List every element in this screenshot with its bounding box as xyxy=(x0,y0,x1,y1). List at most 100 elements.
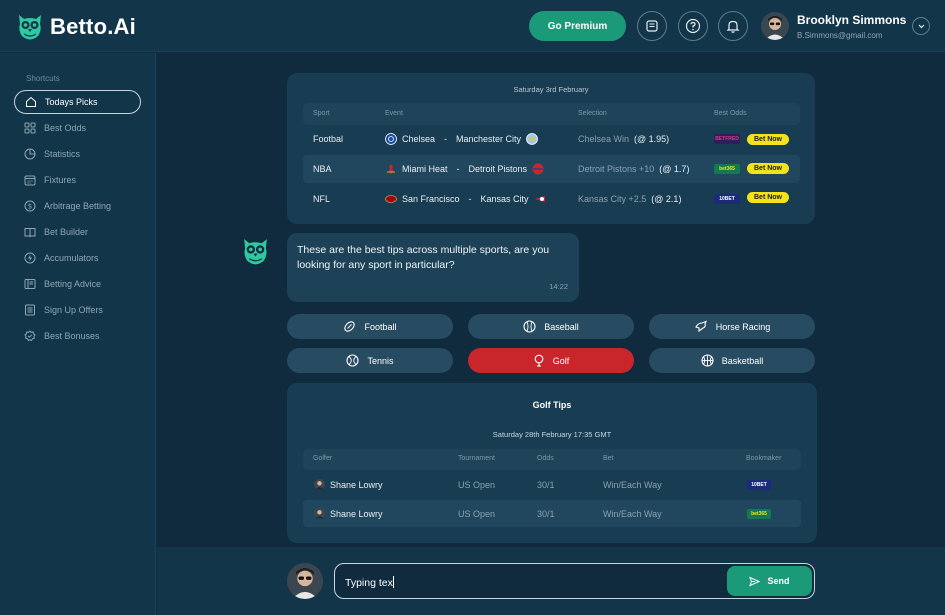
bot-message-text: These are the best tips across multiple … xyxy=(297,244,550,271)
sidebar-item-arbitrage-betting[interactable]: $ Arbitrage Betting xyxy=(14,194,141,218)
calendar-icon xyxy=(24,175,36,186)
help-button[interactable] xyxy=(678,11,708,41)
wallet-button[interactable] xyxy=(637,11,667,41)
sport-option-label: Horse Racing xyxy=(715,321,771,332)
bet-cell: Win/Each Way xyxy=(603,509,662,519)
sidebar-item-best-bonuses[interactable]: Best Bonuses xyxy=(14,324,141,348)
sidebar-item-label: Todays Picks xyxy=(45,97,98,107)
lightning-icon xyxy=(24,252,36,264)
golfer-name: Shane Lowry xyxy=(330,479,383,490)
selection-text: Chelsea Win xyxy=(578,134,630,144)
golf-icon xyxy=(534,354,544,367)
send-label: Send xyxy=(767,576,790,586)
bookmaker-label: BETFRED xyxy=(714,134,740,144)
send-button[interactable]: Send xyxy=(727,566,812,596)
sidebar: Shortcuts Todays Picks Best Odds Statist… xyxy=(0,53,156,615)
send-icon xyxy=(749,576,761,586)
event-separator: - xyxy=(456,164,460,174)
basketball-icon xyxy=(701,354,714,367)
sidebar-item-statistics[interactable]: Statistics xyxy=(14,142,141,166)
bell-icon xyxy=(726,20,740,33)
question-icon xyxy=(685,18,701,34)
chevron-down-icon xyxy=(918,24,924,28)
football-icon xyxy=(344,321,356,332)
logo[interactable]: Betto.Ai xyxy=(16,12,136,42)
sport-option-horse-racing[interactable]: Horse Racing xyxy=(649,314,815,339)
bet-now-button[interactable]: Bet Now xyxy=(747,134,789,145)
bet-cell: Win/Each Way xyxy=(603,480,662,490)
kansas-city-chiefs-logo-icon xyxy=(534,196,545,202)
chelsea-crest-icon xyxy=(385,133,397,145)
sidebar-item-best-odds[interactable]: Best Odds xyxy=(14,116,141,140)
sport-option-label: Tennis xyxy=(367,355,394,366)
notifications-button[interactable] xyxy=(718,11,748,41)
go-premium-button[interactable]: Go Premium xyxy=(529,11,626,41)
selection-cell: Detroit Pistons +10 (@ 1.7) xyxy=(578,164,689,174)
sidebar-item-label: Best Bonuses xyxy=(44,331,100,341)
message-input-text[interactable]: Typing tex xyxy=(345,576,394,589)
column-header-bet: Bet xyxy=(603,455,614,462)
golf-tips-title: Golf Tips xyxy=(532,400,572,410)
horse-racing-icon xyxy=(694,320,707,333)
tournament-cell: US Open xyxy=(458,480,496,490)
badge-icon xyxy=(24,330,36,342)
event-separator: - xyxy=(444,134,448,144)
account-menu-button[interactable] xyxy=(912,17,930,35)
sidebar-item-label: Arbitrage Betting xyxy=(44,201,112,211)
column-header-golfer: Golfer xyxy=(313,455,333,462)
sidebar-item-accumulators[interactable]: Accumulators xyxy=(14,246,141,270)
sport-option-label: Football xyxy=(364,321,397,332)
message-timestamp: 14:22 xyxy=(549,282,568,291)
column-header-selection: Selection xyxy=(578,110,607,117)
pie-chart-icon xyxy=(24,148,36,160)
sport-option-baseball[interactable]: Baseball xyxy=(468,314,634,339)
baseball-icon xyxy=(523,320,536,333)
sidebar-item-betting-advice[interactable]: Betting Advice xyxy=(14,272,141,296)
golf-tips-date: Saturday 28th February 17:35 GMT xyxy=(492,430,612,439)
top-bar: Betto.Ai Go Premium Brooklyn Simmons B.S… xyxy=(0,0,945,52)
column-header-event: Event xyxy=(385,110,403,117)
selection-text: Kansas City +2.5 xyxy=(578,194,647,204)
bet-now-button[interactable]: Bet Now xyxy=(747,192,789,203)
column-header-odds: Odds xyxy=(537,455,554,462)
user-avatar[interactable] xyxy=(761,12,789,40)
odds-cell: 30/1 xyxy=(537,480,555,490)
message-input-value: Typing tex xyxy=(345,577,393,589)
selection-odds: (@ 1.95) xyxy=(634,134,670,144)
sidebar-item-todays-picks[interactable]: Todays Picks xyxy=(14,90,141,114)
sidebar-item-bet-builder[interactable]: Bet Builder xyxy=(14,220,141,244)
message-input[interactable]: Typing tex Send xyxy=(334,563,815,599)
home-icon xyxy=(26,96,36,107)
sport-option-label: Baseball xyxy=(544,321,579,332)
bookmaker-logo: 10BET xyxy=(747,480,771,490)
sidebar-item-sign-up-offers[interactable]: Sign Up Offers xyxy=(14,298,141,322)
sport-option-football[interactable]: Football xyxy=(287,314,453,339)
wallet-icon xyxy=(646,20,658,32)
tournament-cell: US Open xyxy=(458,509,496,519)
column-header-sport: Sport xyxy=(313,110,330,117)
book-open-icon xyxy=(24,279,36,289)
detroit-pistons-logo-icon xyxy=(532,163,544,175)
sport-option-basketball[interactable]: Basketball xyxy=(649,348,815,373)
bookmaker-logo: 10BET xyxy=(714,194,740,204)
bookmaker-logo: bet365 xyxy=(747,509,771,519)
owl-bot-avatar-icon xyxy=(244,239,267,265)
sidebar-item-fixtures[interactable]: Fixtures xyxy=(14,168,141,192)
dollar-icon: $ xyxy=(24,200,36,212)
sport-option-label: Golf xyxy=(552,355,570,366)
sport-option-tennis[interactable]: Tennis xyxy=(287,348,453,373)
sport-option-golf[interactable]: Golf xyxy=(468,348,634,373)
san-francisco-49ers-logo-icon xyxy=(385,195,397,203)
selection-cell: Kansas City +2.5 (@ 2.1) xyxy=(578,194,681,204)
bet-now-button[interactable]: Bet Now xyxy=(747,163,789,174)
svg-text:$: $ xyxy=(28,203,32,211)
away-team: Detroit Pistons xyxy=(468,164,528,174)
sidebar-item-label: Sign Up Offers xyxy=(44,305,103,315)
selection-text: Detroit Pistons +10 xyxy=(578,164,655,174)
sidebar-item-label: Bet Builder xyxy=(44,227,89,237)
sport-cell: NFL xyxy=(313,194,331,204)
sport-cell: NBA xyxy=(313,164,332,174)
person-avatar-icon xyxy=(287,563,323,599)
bookmaker-logo: BETFRED xyxy=(714,134,740,144)
bookmaker-label: bet365 xyxy=(747,509,771,519)
